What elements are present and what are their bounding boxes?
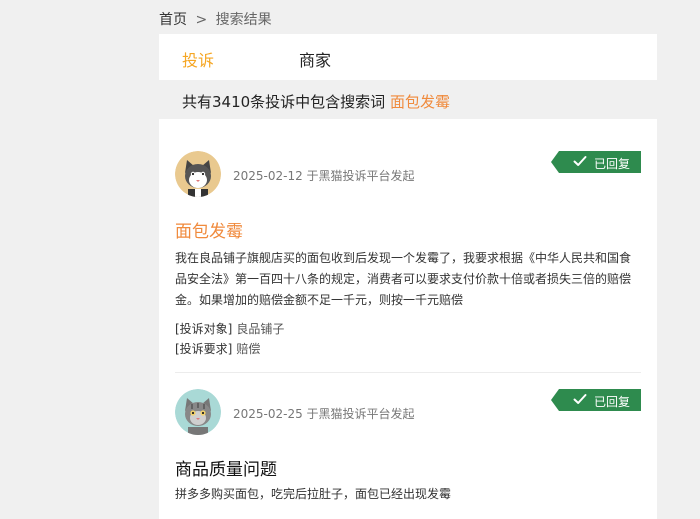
- check-icon: [573, 156, 587, 166]
- summary-keyword: 面包发霉: [389, 93, 450, 111]
- complaint-meta: 2025-02-12 于黑猫投诉平台发起: [233, 169, 415, 183]
- breadcrumb-current: 搜索结果: [215, 12, 272, 28]
- target-label: [投诉对象]: [175, 322, 233, 336]
- complaint-meta: 2025-02-25 于黑猫投诉平台发起: [233, 407, 415, 421]
- search-tabs: 投诉 商家: [159, 34, 657, 80]
- demand-label: [投诉要求]: [175, 342, 233, 356]
- cat-avatar-icon: [175, 151, 221, 197]
- status-badge: 已回复: [551, 389, 641, 411]
- tab-merchants[interactable]: 商家: [299, 47, 331, 71]
- target-value[interactable]: 良品铺子: [236, 322, 284, 336]
- complaint-title[interactable]: 面包发霉: [175, 217, 243, 242]
- complaint-target: [投诉对象] 良品铺子: [175, 320, 284, 337]
- breadcrumb: 首页 > 搜索结果: [159, 9, 272, 29]
- summary-text: 共有3410条投诉中包含搜索词: [182, 93, 386, 111]
- complaint-list: 2025-02-12 于黑猫投诉平台发起 已回复 面包发霉 我在良品铺子旗舰店买…: [159, 119, 657, 519]
- status-text: 已回复: [594, 395, 631, 409]
- complaint-demand: [投诉要求] 赔偿: [175, 340, 260, 357]
- status-text: 已回复: [594, 157, 631, 171]
- complaint-body: 我在良品铺子旗舰店买的面包收到后发现一个发霉了，我要求根据《中华人民共和国食品安…: [175, 251, 632, 307]
- divider: [175, 372, 641, 373]
- breadcrumb-separator: >: [195, 12, 208, 28]
- breadcrumb-home-link[interactable]: 首页: [159, 12, 187, 28]
- tab-complaints[interactable]: 投诉: [182, 47, 214, 71]
- cat-avatar-icon: [175, 389, 221, 435]
- search-summary: 共有3410条投诉中包含搜索词 面包发霉: [182, 91, 450, 112]
- demand-value: 赔偿: [236, 342, 261, 356]
- check-icon: [573, 394, 587, 404]
- complaint-title[interactable]: 商品质量问题: [175, 455, 277, 480]
- complaint-body: 拼多多购买面包，吃完后拉肚子，面包已经出现发霉: [175, 487, 452, 501]
- status-badge: 已回复: [551, 151, 641, 173]
